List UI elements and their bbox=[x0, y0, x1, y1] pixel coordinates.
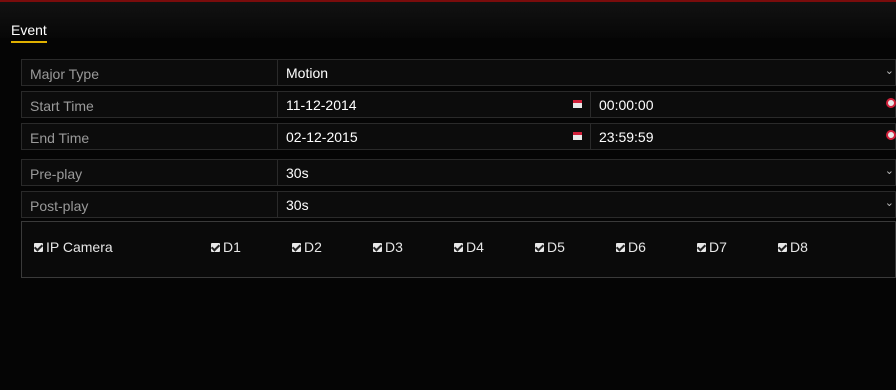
end-date-value: 02-12-2015 bbox=[286, 129, 358, 145]
checkbox-checked-icon bbox=[454, 242, 463, 252]
calendar-icon[interactable] bbox=[573, 132, 582, 140]
start-time-field[interactable]: 00:00:00 bbox=[590, 92, 896, 117]
camera-selection-box: IP Camera D1 D2 D3 D4 D5 D6 D7 D8 bbox=[21, 221, 896, 278]
camera-label: D5 bbox=[547, 239, 565, 255]
post-play-value: 30s bbox=[286, 197, 309, 213]
major-type-row: Major Type Motion ⌄ bbox=[21, 59, 896, 86]
chevron-down-icon: ⌄ bbox=[884, 197, 894, 209]
header-bar: Event bbox=[0, 2, 896, 43]
camera-label: D2 bbox=[304, 239, 322, 255]
checkbox-checked-icon bbox=[697, 242, 706, 252]
camera-checkbox-d1[interactable]: D1 bbox=[211, 239, 241, 255]
checkbox-checked-icon bbox=[616, 242, 625, 252]
clock-icon[interactable] bbox=[886, 98, 896, 108]
checkbox-checked-icon bbox=[34, 242, 43, 252]
camera-label: D6 bbox=[628, 239, 646, 255]
camera-checkbox-d5[interactable]: D5 bbox=[535, 239, 565, 255]
checkbox-checked-icon bbox=[211, 242, 220, 252]
camera-label: D1 bbox=[223, 239, 241, 255]
calendar-icon[interactable] bbox=[573, 100, 582, 108]
pre-play-label: Pre-play bbox=[30, 166, 83, 182]
end-time-field[interactable]: 23:59:59 bbox=[590, 124, 896, 149]
camera-label: D8 bbox=[790, 239, 808, 255]
checkbox-checked-icon bbox=[778, 242, 787, 252]
camera-checkbox-d8[interactable]: D8 bbox=[778, 239, 808, 255]
camera-checkbox-d2[interactable]: D2 bbox=[292, 239, 322, 255]
ip-camera-label: IP Camera bbox=[46, 239, 113, 255]
major-type-select[interactable]: Motion ⌄ bbox=[277, 60, 896, 85]
camera-checkbox-d6[interactable]: D6 bbox=[616, 239, 646, 255]
camera-checkbox-d7[interactable]: D7 bbox=[697, 239, 727, 255]
start-date-field[interactable]: 11-12-2014 bbox=[277, 92, 590, 117]
end-time-label: End Time bbox=[30, 130, 90, 146]
start-time-value: 00:00:00 bbox=[599, 97, 654, 113]
ip-camera-checkbox[interactable]: IP Camera bbox=[34, 239, 113, 255]
camera-label: D4 bbox=[466, 239, 484, 255]
checkbox-checked-icon bbox=[292, 242, 301, 252]
camera-label: D7 bbox=[709, 239, 727, 255]
tab-event[interactable]: Event bbox=[11, 22, 47, 43]
clock-icon[interactable] bbox=[886, 130, 896, 140]
start-time-label: Start Time bbox=[30, 98, 94, 114]
start-date-value: 11-12-2014 bbox=[286, 97, 357, 113]
major-type-label: Major Type bbox=[30, 66, 99, 82]
camera-checkbox-d3[interactable]: D3 bbox=[373, 239, 403, 255]
checkbox-checked-icon bbox=[373, 242, 382, 252]
chevron-down-icon: ⌄ bbox=[884, 165, 894, 177]
pre-play-value: 30s bbox=[286, 165, 309, 181]
start-time-row: Start Time 11-12-2014 00:00:00 bbox=[21, 91, 896, 118]
post-play-row: Post-play 30s ⌄ bbox=[21, 191, 896, 218]
event-search-panel: Event Major Type Motion ⌄ Start Time 11-… bbox=[0, 0, 896, 390]
pre-play-select[interactable]: 30s ⌄ bbox=[277, 160, 896, 185]
end-date-field[interactable]: 02-12-2015 bbox=[277, 124, 590, 149]
end-time-value: 23:59:59 bbox=[599, 129, 654, 145]
pre-play-row: Pre-play 30s ⌄ bbox=[21, 159, 896, 186]
post-play-select[interactable]: 30s ⌄ bbox=[277, 192, 896, 217]
major-type-value: Motion bbox=[286, 65, 329, 81]
post-play-label: Post-play bbox=[30, 198, 89, 214]
checkbox-checked-icon bbox=[535, 242, 544, 252]
camera-checkbox-d4[interactable]: D4 bbox=[454, 239, 484, 255]
camera-label: D3 bbox=[385, 239, 403, 255]
end-time-row: End Time 02-12-2015 23:59:59 bbox=[21, 123, 896, 150]
chevron-down-icon: ⌄ bbox=[884, 65, 894, 77]
